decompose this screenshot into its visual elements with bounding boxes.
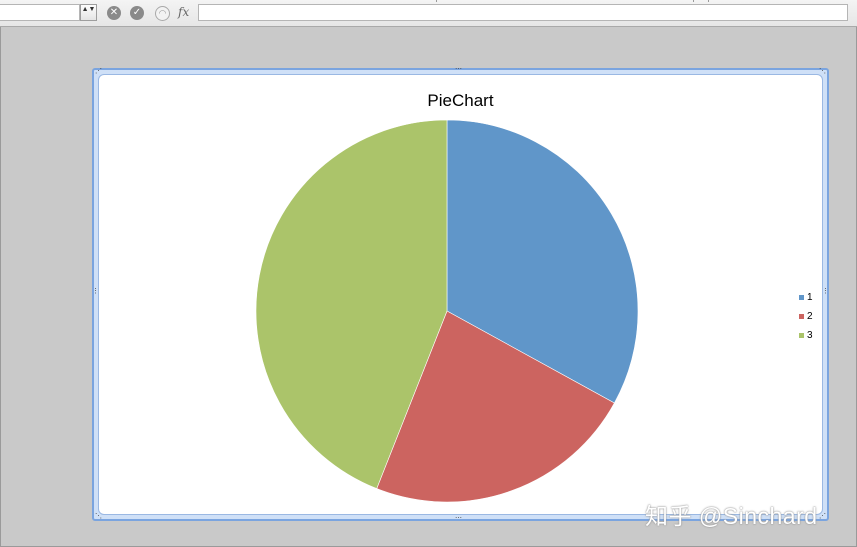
enter-button[interactable]: ✓ bbox=[130, 6, 144, 20]
function-wizard-button[interactable]: ◠ bbox=[155, 6, 170, 21]
column-divider bbox=[708, 0, 709, 2]
column-divider bbox=[693, 0, 694, 2]
x-circle-icon: ✕ bbox=[109, 7, 119, 18]
column-divider bbox=[436, 0, 437, 2]
legend-swatch bbox=[799, 295, 804, 300]
legend-label: 1 bbox=[807, 292, 813, 303]
name-box[interactable] bbox=[0, 4, 80, 21]
formula-input[interactable] bbox=[198, 4, 848, 21]
chart-object[interactable]: ⋰ ⋯ ⋱ ⋮ ⋮ ⋱ ⋯ ⋰ PieChart 123 bbox=[92, 66, 829, 522]
function-wizard-icon: ◠ bbox=[158, 8, 167, 18]
legend-swatch bbox=[799, 314, 804, 319]
pie-plot[interactable] bbox=[99, 75, 826, 518]
stepper-arrows-icon: ▲▼ bbox=[81, 6, 96, 13]
legend-label: 3 bbox=[807, 330, 813, 341]
resize-handle-top[interactable]: ⋯ bbox=[455, 66, 462, 73]
cancel-button[interactable]: ✕ bbox=[107, 6, 121, 20]
chart-area[interactable]: PieChart 123 bbox=[98, 74, 823, 515]
formula-bar: ▲▼ ✕ ✓ ◠ fx bbox=[0, 0, 857, 27]
name-box-stepper[interactable]: ▲▼ bbox=[80, 4, 97, 21]
legend-swatch bbox=[799, 333, 804, 338]
fx-label: fx bbox=[178, 5, 190, 19]
check-circle-icon: ✓ bbox=[132, 7, 142, 18]
watermark: 知乎 @Sinchard bbox=[645, 503, 818, 529]
legend-label: 2 bbox=[807, 311, 813, 322]
